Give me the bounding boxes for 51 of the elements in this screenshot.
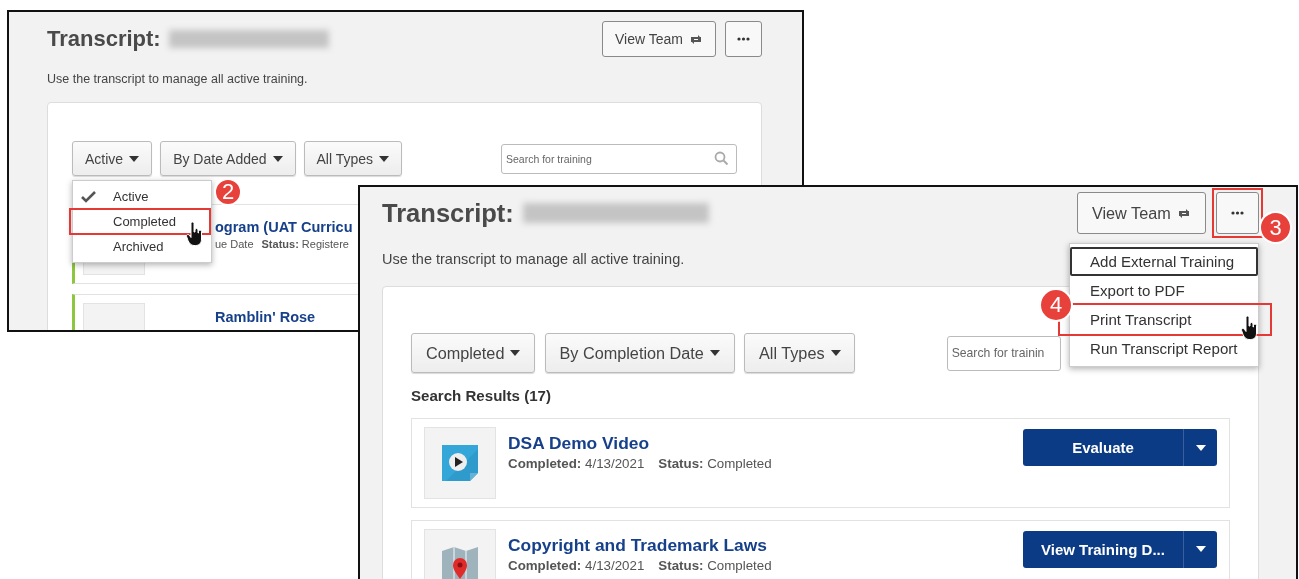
caret-icon	[1195, 444, 1206, 451]
caret-icon	[709, 350, 720, 357]
action-button[interactable]: View Training D...	[1023, 530, 1183, 568]
hand-cursor-icon	[186, 222, 203, 246]
search-icon	[714, 151, 729, 166]
swap-icon	[689, 33, 703, 45]
filter-dropdown[interactable]: By Date Added	[160, 141, 296, 176]
filter-dropdown[interactable]: By Completion Date	[544, 332, 735, 374]
dropdown-toggle-button[interactable]	[1183, 530, 1217, 568]
view-team-button[interactable]: View Team	[1077, 192, 1206, 234]
training-title-link[interactable]: Copyright and Trademark Laws	[508, 534, 767, 555]
page-title: Transcript:	[382, 198, 514, 228]
caret-icon	[129, 155, 140, 162]
training-title-link[interactable]: DSA Demo Video	[508, 433, 650, 454]
filter-dropdown[interactable]: Active	[72, 141, 153, 176]
training-meta-text: Status: Registere	[261, 238, 349, 250]
menu-item[interactable]: Run Transcript Report	[1070, 333, 1258, 363]
menu-item[interactable]: Add External Training	[1070, 246, 1258, 276]
page-title: Transcript:	[47, 26, 161, 52]
search-field[interactable]: Search for trainin	[946, 335, 1061, 371]
description-text: Use the transcript to manage all active training.	[47, 72, 308, 86]
filter-dropdown[interactable]: All Types	[303, 141, 403, 176]
description-text: Use the transcript to manage all active training.	[382, 251, 685, 268]
filter-dropdown[interactable]: All Types	[744, 332, 856, 374]
check-icon	[81, 190, 96, 203]
caret-icon	[272, 155, 283, 162]
caret-icon	[830, 350, 841, 357]
view-team-button[interactable]: View Team	[602, 21, 716, 57]
filter-dropdown[interactable]: Completed	[411, 332, 536, 374]
training-meta-text: ue Date	[215, 238, 254, 250]
menu-item[interactable]: Export to PDF	[1070, 275, 1258, 305]
menu-item[interactable]: Active	[73, 184, 211, 209]
training-meta-text: Status: Completed	[658, 456, 772, 472]
action-button[interactable]: Evaluate	[1023, 429, 1183, 467]
more-icon	[1231, 211, 1245, 216]
menu-item[interactable]: Archived	[73, 234, 211, 259]
caret-icon	[510, 350, 521, 357]
training-title-link[interactable]: Ramblin' Rose	[215, 309, 316, 325]
training-meta-text: Completed: 4/13/2021	[508, 557, 645, 573]
training-title-link[interactable]: ogram (UAT Curricu	[215, 219, 353, 235]
search-field[interactable]: Search for training	[501, 143, 737, 174]
caret-icon	[1195, 546, 1206, 553]
caret-icon	[379, 155, 390, 162]
training-meta-text: Completed: 4/13/2021	[508, 456, 645, 472]
swap-icon	[1176, 207, 1191, 219]
more-icon	[737, 37, 750, 41]
dropdown-toggle-button[interactable]	[1183, 429, 1217, 467]
more-button[interactable]	[725, 21, 762, 57]
menu-item[interactable]: Completed	[73, 209, 211, 234]
results-count: Search Results (17)	[411, 387, 552, 405]
training-meta-text: Status: Completed	[658, 557, 772, 573]
